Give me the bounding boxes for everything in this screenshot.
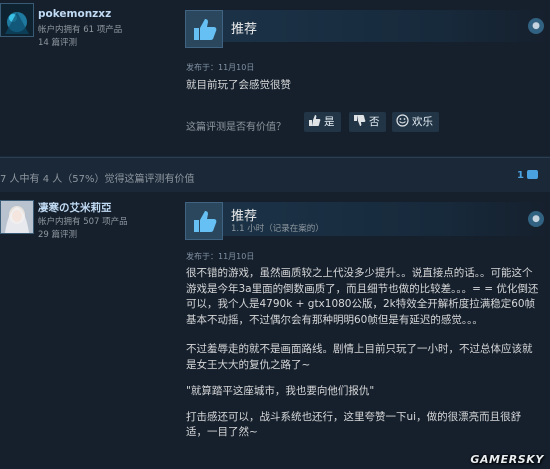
user-avatar-1[interactable] — [0, 3, 34, 37]
posted-date-2: 发布于：11月10日 — [186, 252, 255, 261]
vote-no-button[interactable]: 否 — [349, 112, 386, 132]
review-paragraph: 很不错的游戏，虽然画质较之上代没多少提升。。说直接点的话。。可能这个游戏是今年3… — [186, 267, 539, 326]
review-paragraph: "就算踏平这座城市，我也要向他们报仇" — [186, 385, 375, 397]
vote-yes-button[interactable]: 是 — [304, 112, 341, 132]
username-1[interactable]: pokemonzxz — [38, 8, 111, 20]
user-avatar-2[interactable] — [0, 200, 34, 234]
products-owned-1[interactable]: 帐户内拥有 61 项产品 — [38, 24, 122, 36]
comment-count-link[interactable]: 1 — [517, 170, 538, 181]
review-body-1: 就目前玩了会感觉很赞 — [186, 79, 291, 91]
thumbs-up-icon — [185, 202, 223, 240]
review-body-2: 很不错的游戏，虽然画质较之上代没多少提升。。说直接点的话。。可能这个游戏是今年3… — [186, 266, 540, 441]
review-card-1: pokemonzxz 帐户内拥有 61 项产品 14 篇评测 推荐 ● 发布于：… — [0, 0, 550, 156]
vote-funny-button[interactable]: 欢乐 — [392, 112, 439, 132]
verdict-title-1: 推荐 — [231, 22, 258, 37]
hours-played: 1.1 小时（记录在案的） — [231, 224, 324, 234]
verdict-header-2[interactable]: 推荐 1.1 小时（记录在案的） ● — [185, 202, 546, 240]
verdict-header-1[interactable]: 推荐 ● — [185, 10, 546, 48]
vote-no-label: 否 — [369, 116, 380, 128]
username-2[interactable]: 凄寒の艾米莉亞 — [38, 200, 112, 215]
products-owned-2[interactable]: 帐户内拥有 507 项产品 — [38, 216, 128, 228]
review-paragraph: 不过羞辱走的就不是画面路线。剧情上目前只玩了一小时，不过总体应该就是女王大大的复… — [186, 343, 533, 371]
steam-logo-icon: ● — [528, 211, 544, 227]
review-card-2: 凄寒の艾米莉亞 帐户内拥有 507 项产品 29 篇评测 推荐 1.1 小时（记… — [0, 192, 550, 469]
comment-count: 1 — [517, 170, 524, 181]
steam-logo-icon: ● — [528, 18, 544, 34]
thumbs-down-icon — [353, 114, 366, 127]
gamersky-watermark: GAMERSKY — [470, 453, 544, 466]
review-count-2[interactable]: 29 篇评测 — [38, 229, 77, 241]
divider — [0, 157, 550, 158]
helpful-question: 这篇评测是否有价值？ — [186, 122, 286, 133]
vote-yes-label: 是 — [324, 116, 335, 128]
review-count-1[interactable]: 14 篇评测 — [38, 37, 77, 49]
comment-bubble-icon — [527, 170, 538, 179]
vote-funny-label: 欢乐 — [412, 116, 433, 128]
helpful-count-text: 7 人中有 4 人（57%）觉得这篇评测有价值 — [0, 174, 195, 185]
thumbs-up-icon — [185, 10, 223, 48]
smiley-icon — [396, 114, 409, 127]
posted-date-1: 发布于：11月10日 — [186, 63, 255, 72]
review-paragraph: 打击感还可以，战斗系统也还行，这里夸赞一下ui，做的很漂亮而且很舒适，一目了然~ — [186, 410, 522, 439]
thumbs-up-icon — [308, 114, 321, 127]
